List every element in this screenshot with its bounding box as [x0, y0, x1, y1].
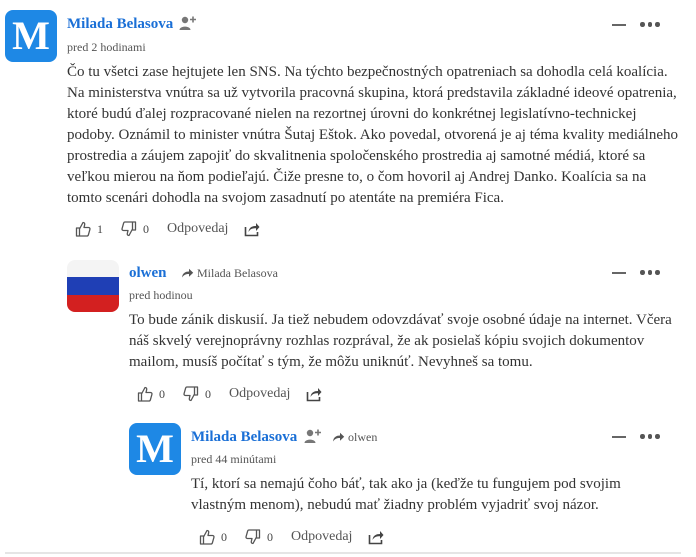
reply-to-name: Milada Belasova — [197, 266, 278, 280]
reply-button[interactable]: Odpovedaj — [167, 221, 228, 237]
share-icon[interactable] — [244, 221, 260, 237]
add-user-icon[interactable] — [304, 428, 322, 444]
comment-text: Tí, ktorí sa nemajú čoho báť, tak ako ja… — [191, 476, 621, 513]
collapse-icon[interactable] — [612, 24, 626, 26]
reply-to-name: olwen — [348, 430, 378, 444]
avatar[interactable] — [67, 260, 119, 312]
thumbs-down-icon[interactable] — [245, 529, 261, 545]
comment-author[interactable]: Milada Belasova — [191, 429, 297, 446]
like-count: 1 — [97, 221, 103, 236]
like-count: 0 — [159, 386, 165, 401]
divider — [5, 552, 681, 554]
dislike-count: 0 — [267, 529, 273, 544]
comment-author[interactable]: olwen — [129, 265, 167, 282]
comment: M Milada Belasova pred 2 hodinami Čo tu … — [0, 0, 696, 245]
thumbs-up-icon[interactable] — [75, 221, 91, 237]
more-icon[interactable] — [640, 270, 660, 275]
reply-arrow-icon — [333, 432, 345, 442]
add-user-icon[interactable] — [179, 15, 197, 31]
comment-author[interactable]: Milada Belasova — [67, 16, 173, 33]
more-icon[interactable] — [640, 22, 660, 27]
share-icon[interactable] — [368, 529, 384, 545]
collapse-icon[interactable] — [612, 272, 626, 274]
thumbs-down-icon[interactable] — [121, 221, 137, 237]
share-icon[interactable] — [306, 386, 322, 402]
comment-reply: M Milada Belasova olwen pred 44 minútami… — [0, 410, 696, 552]
thumbs-down-icon[interactable] — [183, 386, 199, 402]
comment-actions: 0 0 Odpovedaj — [199, 529, 384, 545]
comment-text: To bude zánik diskusií. Ja tiež nebudem … — [129, 312, 672, 370]
comment-timestamp: pred hodinou — [129, 288, 193, 302]
dislike-count: 0 — [143, 221, 149, 236]
comment-timestamp: pred 2 hodinami — [67, 40, 146, 54]
avatar[interactable]: M — [129, 423, 181, 475]
reply-arrow-icon — [182, 268, 194, 278]
thumbs-up-icon[interactable] — [137, 386, 153, 402]
reply-to[interactable]: olwen — [332, 430, 377, 445]
thumbs-up-icon[interactable] — [199, 529, 215, 545]
reply-to[interactable]: Milada Belasova — [181, 266, 278, 281]
avatar[interactable]: M — [5, 10, 57, 62]
comment-actions: 0 0 Odpovedaj — [137, 386, 322, 402]
comment-text: Čo tu všetci zase hejtujete len SNS. Na … — [67, 64, 678, 206]
more-icon[interactable] — [640, 434, 660, 439]
comment-timestamp: pred 44 minútami — [191, 452, 277, 466]
comment-actions: 1 0 Odpovedaj — [75, 221, 260, 237]
dislike-count: 0 — [205, 386, 211, 401]
collapse-icon[interactable] — [612, 436, 626, 438]
reply-button[interactable]: Odpovedaj — [229, 386, 290, 402]
reply-button[interactable]: Odpovedaj — [291, 529, 352, 545]
comment-reply: olwen Milada Belasova pred hodinou To bu… — [0, 245, 696, 410]
like-count: 0 — [221, 529, 227, 544]
